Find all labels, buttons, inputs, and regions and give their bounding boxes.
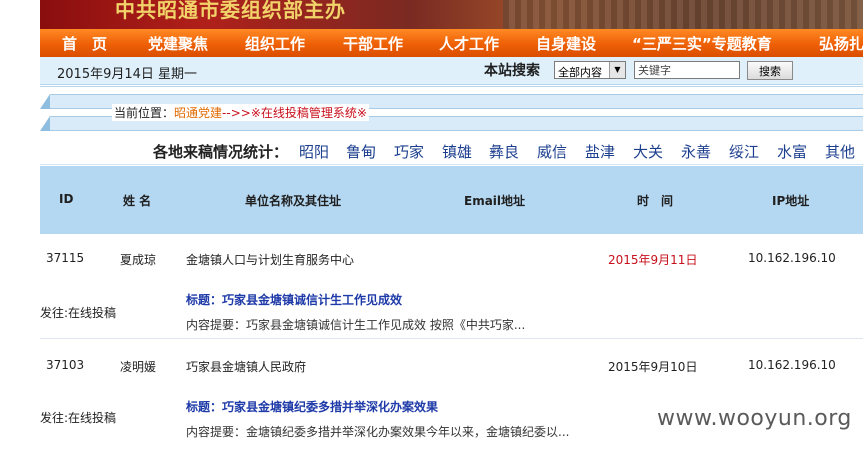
nav-item-talent[interactable]: 人才工作	[439, 33, 499, 54]
region-link-other[interactable]: 其他	[825, 141, 855, 162]
region-link-suijiang[interactable]: 绥江	[729, 141, 759, 162]
region-link-yiliang[interactable]: 彝良	[489, 141, 519, 162]
breadcrumb: 当前位置：昭通党建-->>※在线投稿管理系统※	[112, 104, 369, 121]
date-search-bar: 2015年9月14日 星期一 本站搜索 全部内容 ▼ 搜索	[40, 57, 863, 85]
row-name: 夏成琼	[120, 253, 157, 267]
region-link-yongshan[interactable]: 永善	[681, 141, 711, 162]
nav-item-promote[interactable]: 弘扬扎	[819, 33, 863, 54]
region-link-qiaojia[interactable]: 巧家	[394, 141, 424, 162]
row-id: 37115	[46, 251, 85, 265]
region-link-ludian[interactable]: 鲁甸	[346, 141, 376, 162]
watermark: www.wooyun.org	[657, 406, 852, 431]
header-email: Email地址	[464, 194, 526, 208]
breadcrumb-prefix: 当前位置：	[114, 106, 175, 120]
row-summary: 内容提要：金塘镇纪委多措并举深化办案效果今年以来，金塘镇纪委以...	[186, 425, 570, 439]
row-ip: 10.162.196.10	[748, 251, 836, 265]
search-button[interactable]: 搜索	[747, 61, 793, 80]
header-ip: IP地址	[772, 194, 810, 208]
region-stats-label: 各地来稿情况统计：	[153, 143, 289, 161]
current-date: 2015年9月14日 星期一	[57, 67, 198, 82]
header-time: 时 间	[637, 194, 674, 208]
row-title-link[interactable]: 标题：巧家县金塘镇纪委多措并举深化办案效果	[186, 398, 438, 415]
region-link-zhenxiong[interactable]: 镇雄	[442, 141, 472, 162]
row-title-link[interactable]: 标题：巧家县金塘镇诚信计生工作见成效	[186, 291, 402, 308]
banner-building-image	[503, 0, 863, 29]
row-ip: 10.162.196.10	[748, 358, 836, 372]
main-nav: 首 页 党建聚焦 组织工作 干部工作 人才工作 自身建设 “三严三实”专题教育 …	[40, 29, 863, 57]
search-scope-value: 全部内容	[558, 66, 602, 79]
row-name: 凌明媛	[120, 360, 157, 374]
row-unit: 金塘镇人口与计划生育服务中心	[186, 253, 355, 267]
nav-item-special-education[interactable]: “三严三实”专题教育	[632, 33, 772, 54]
row-time: 2015年9月11日	[608, 253, 698, 267]
search-label: 本站搜索	[484, 63, 540, 79]
region-link-weixin[interactable]: 威信	[537, 141, 567, 162]
header-unit: 单位名称及其住址	[245, 194, 342, 208]
keyword-input[interactable]	[634, 61, 740, 79]
row-sent-to: 发往:在线投稿	[40, 411, 117, 425]
row-unit: 巧家县金塘镇人民政府	[186, 360, 307, 374]
region-link-shuifu[interactable]: 水富	[777, 141, 807, 162]
breadcrumb-home-link[interactable]: 昭通党建	[174, 106, 222, 120]
banner-title: 中共昭通市委组织部主办	[115, 0, 346, 22]
breadcrumb-current: ※在线投稿管理系统※	[250, 106, 367, 120]
header-name: 姓 名	[123, 194, 152, 208]
region-link-zhaoyang[interactable]: 昭阳	[299, 141, 329, 162]
region-link-daguan[interactable]: 大关	[633, 141, 663, 162]
row-summary: 内容提要：巧家县金塘镇诚信计生工作见成效 按照《中共巧家...	[186, 318, 526, 332]
header-id: ID	[59, 192, 74, 206]
nav-item-home[interactable]: 首 页	[62, 33, 107, 54]
search-scope-select[interactable]: 全部内容 ▼	[554, 61, 626, 79]
breadcrumb-area: 当前位置：昭通党建-->>※在线投稿管理系统※	[40, 86, 863, 139]
row-time: 2015年9月10日	[608, 360, 698, 374]
region-link-yanjin[interactable]: 盐津	[585, 141, 615, 162]
table-row: 37115 夏成琼 金塘镇人口与计划生育服务中心 2015年9月11日 10.1…	[40, 234, 863, 338]
region-stats-bar: 各地来稿情况统计： 昭阳 鲁甸 巧家 镇雄 彝良 威信 盐津 大关 永善 绥江 …	[40, 137, 863, 165]
breadcrumb-separator: -->>	[222, 106, 251, 120]
row-id: 37103	[46, 358, 85, 372]
site-banner: 中共昭通市委组织部主办	[40, 0, 863, 29]
row-sent-to: 发往:在线投稿	[40, 306, 117, 320]
nav-item-self-building[interactable]: 自身建设	[536, 33, 596, 54]
nav-item-cadre[interactable]: 干部工作	[343, 33, 403, 54]
nav-item-organization[interactable]: 组织工作	[245, 33, 305, 54]
nav-item-party-focus[interactable]: 党建聚焦	[148, 33, 208, 54]
table-header: ID 姓 名 单位名称及其住址 Email地址 时 间 IP地址	[40, 166, 863, 234]
dropdown-arrow-icon[interactable]: ▼	[609, 62, 625, 78]
